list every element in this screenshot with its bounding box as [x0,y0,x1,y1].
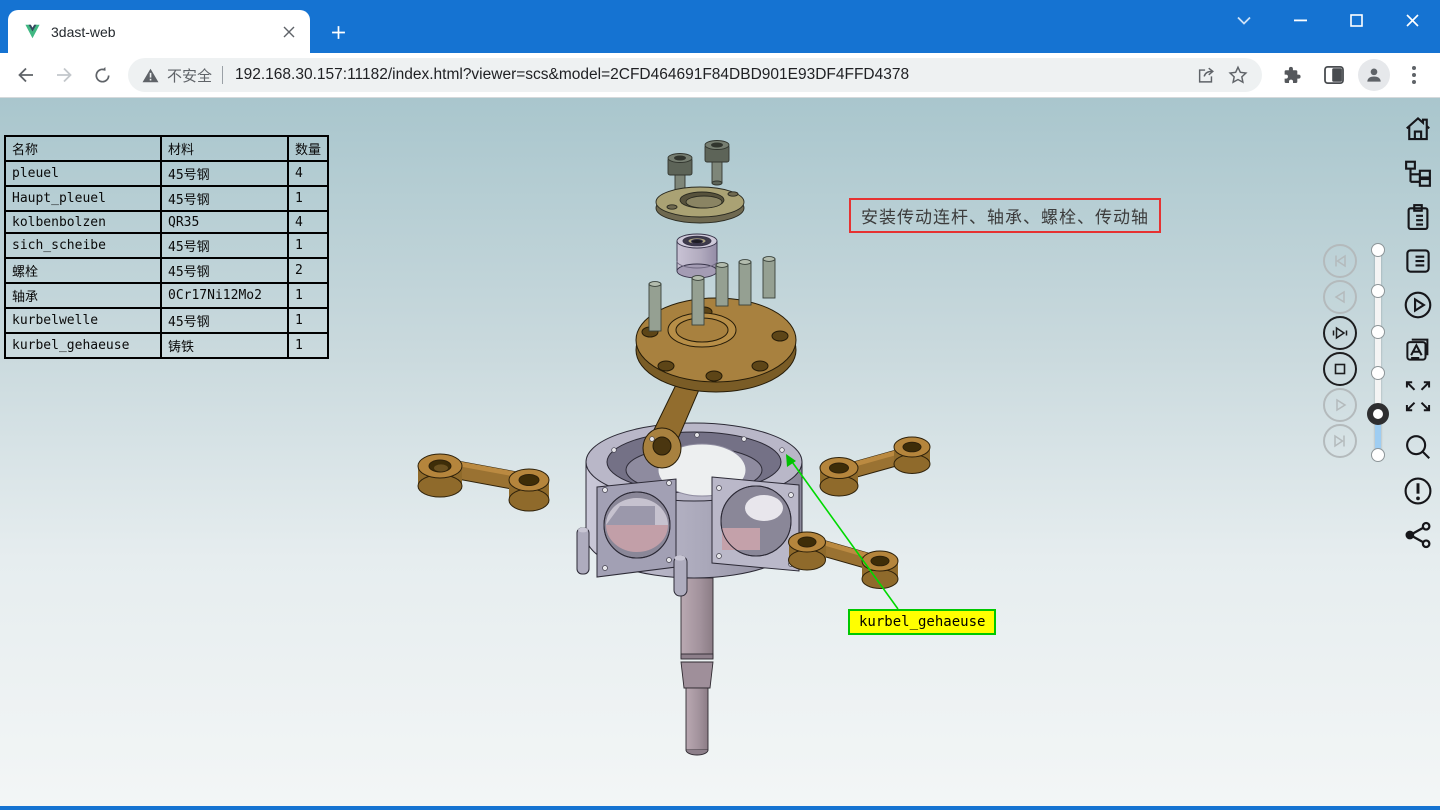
bom-header-name: 名称 [5,136,161,161]
step-dot-1[interactable] [1371,243,1385,257]
window-bottom-border [0,806,1440,810]
play-animation-icon[interactable] [1401,288,1435,322]
home-view-icon[interactable] [1401,112,1435,146]
step-dot-current[interactable] [1367,403,1389,425]
browser-window: 3dast-web [0,0,1440,810]
part-rod-lower-right[interactable] [789,532,899,589]
bom-row: kurbel_gehaeuse铸铁1 [5,333,328,358]
bom-row: 轴承0Cr17Ni12Mo21 [5,283,328,308]
security-label[interactable]: 不安全 [167,65,212,86]
bom-header-quantity: 数量 [288,136,328,161]
not-secure-warning-icon [142,68,159,83]
bom-row: 螺栓45号钢2 [5,258,328,283]
reload-button[interactable] [84,57,120,93]
bom-row: pleuel45号钢4 [5,161,328,186]
exclamation-info-icon[interactable] [1401,474,1435,508]
step-play-button[interactable] [1323,316,1357,350]
step-dot-6[interactable] [1371,448,1385,462]
bom-row: Haupt_pleuel45号钢1 [5,186,328,211]
part-washer[interactable] [656,187,744,223]
fit-view-arrows-icon[interactable] [1401,376,1435,420]
step-back-button[interactable] [1323,280,1357,314]
bom-header-material: 材料 [161,136,288,161]
stop-button[interactable] [1323,352,1357,386]
part-name-label[interactable]: kurbel_gehaeuse [848,609,996,635]
annotation-label-icon[interactable] [1401,332,1435,366]
new-tab-button[interactable] [324,18,352,46]
bom-header-row: 名称 材料 数量 [5,136,328,161]
toolbar-right-icons [1270,57,1432,93]
part-rod-upper-right[interactable] [820,437,930,496]
step-dot-2[interactable] [1371,284,1385,298]
extensions-puzzle-icon[interactable] [1274,57,1310,93]
part-bearing[interactable] [677,234,717,278]
viewer-tool-column [1399,112,1437,552]
step-dot-4[interactable] [1371,366,1385,380]
part-crankshaft[interactable] [681,578,713,755]
url-text[interactable]: 192.168.30.157:11182/index.html?viewer=s… [235,66,1190,84]
tab-title: 3dast-web [51,24,278,40]
part-rod-left[interactable] [418,454,549,511]
window-close-icon[interactable] [1384,0,1440,40]
assembly-step-slider[interactable] [1360,238,1396,478]
window-maximize-icon[interactable] [1328,0,1384,40]
structure-tree-icon[interactable] [1401,156,1435,190]
skip-to-end-button[interactable] [1323,424,1357,458]
share-page-icon[interactable] [1190,59,1222,91]
assembly-step-annotation: 安装传动连杆、轴承、螺栓、传动轴 [849,198,1161,233]
tab-close-icon[interactable] [278,21,300,43]
address-bar[interactable]: 不安全 192.168.30.157:11182/index.html?view… [128,58,1262,92]
bookmark-star-icon[interactable] [1222,59,1254,91]
animation-playback-controls [1323,244,1357,458]
back-button[interactable] [8,57,44,93]
play-button[interactable] [1323,388,1357,422]
share-network-icon[interactable] [1401,518,1435,552]
address-separator [222,66,223,84]
browser-menu-kebab-icon[interactable] [1396,57,1432,93]
bom-row: kurbelwelle45号钢1 [5,308,328,333]
bom-row: kolbenbolzenQR354 [5,211,328,233]
browser-titlebar: 3dast-web [0,0,1440,53]
side-panel-icon[interactable] [1316,57,1352,93]
viewer-canvas[interactable]: 名称 材料 数量 pleuel45号钢4Haupt_pleuel45号钢1kol… [0,97,1440,806]
window-controls [1216,0,1440,40]
step-dot-3[interactable] [1371,325,1385,339]
browser-toolbar: 不安全 192.168.30.157:11182/index.html?view… [0,53,1440,97]
bom-table: 名称 材料 数量 pleuel45号钢4Haupt_pleuel45号钢1kol… [4,135,329,359]
part-bolt-right[interactable] [705,141,729,186]
bom-table-body: pleuel45号钢4Haupt_pleuel45号钢1kolbenbolzen… [5,161,328,358]
profile-avatar[interactable] [1358,59,1390,91]
zoom-search-icon[interactable] [1401,430,1435,464]
detail-list-icon[interactable] [1401,244,1435,278]
forward-button[interactable] [46,57,82,93]
clipboard-list-icon[interactable] [1401,200,1435,234]
browser-tab[interactable]: 3dast-web [8,10,310,53]
vue-favicon-icon [24,24,41,39]
bom-row: sich_scheibe45号钢1 [5,233,328,258]
tab-search-chevron-icon[interactable] [1216,0,1272,40]
skip-to-start-button[interactable] [1323,244,1357,278]
window-minimize-icon[interactable] [1272,0,1328,40]
